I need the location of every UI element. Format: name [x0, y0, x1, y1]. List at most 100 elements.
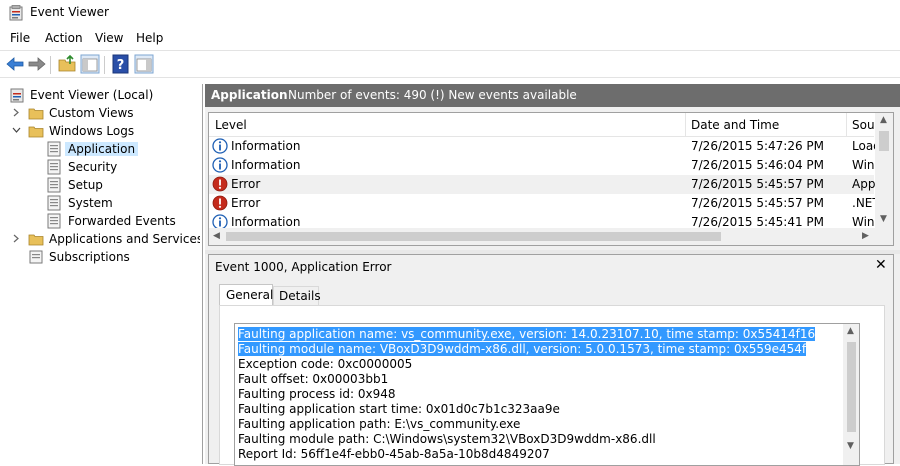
description-line: Faulting application start time: 0x01d0c… [238, 402, 560, 416]
tree-label: Windows Logs [49, 124, 135, 138]
event-level: Information [231, 215, 301, 228]
tree-item-system[interactable]: System [0, 194, 200, 212]
description-line: Exception code: 0xc0000005 [238, 357, 413, 371]
log-icon [47, 141, 61, 157]
tree-item-applications-and-services[interactable]: Applications and Services Lo [0, 230, 200, 248]
log-icon [47, 213, 61, 229]
folder-icon [28, 108, 44, 120]
menu-file[interactable]: File [10, 31, 30, 45]
help-icon[interactable]: ? [111, 54, 131, 74]
folder-icon [28, 126, 44, 138]
tree-item-custom-views[interactable]: Custom Views [0, 104, 200, 122]
information-icon [212, 138, 228, 154]
title-bar: Event Viewer [0, 0, 900, 26]
scroll-thumb[interactable] [847, 342, 856, 432]
menu-view[interactable]: View [95, 31, 123, 45]
scroll-down-icon[interactable]: ▼ [847, 441, 854, 451]
tree-label: Applications and Services Lo [49, 232, 200, 246]
event-level: Error [231, 177, 261, 191]
scroll-down-icon[interactable]: ▼ [880, 214, 887, 224]
description-line: Faulting application path: E:\vs_communi… [238, 417, 521, 431]
tree-item-root[interactable]: Event Viewer (Local) [0, 86, 200, 104]
description-line: Report Id: 56ff1e4f-ebb0-45ab-8a5a-10b8d… [238, 447, 550, 461]
up-folder-icon[interactable] [57, 54, 77, 74]
description-line: Faulting application name: vs_community.… [238, 327, 816, 341]
log-header: Application Number of events: 490 (!) Ne… [205, 84, 900, 107]
navigation-tree: Event Viewer (Local) Custom Views Window… [0, 84, 203, 464]
description-scrollbar[interactable]: ▲ ▼ [843, 324, 859, 465]
column-headers: Level Date and Time Sour [209, 113, 880, 137]
error-icon [212, 195, 228, 211]
scroll-thumb[interactable] [879, 131, 889, 151]
event-datetime: 7/26/2015 5:47:26 PM [691, 139, 825, 153]
log-icon [47, 159, 61, 175]
description-line: Faulting module path: C:\Windows\system3… [238, 432, 656, 446]
tree-item-setup[interactable]: Setup [0, 176, 200, 194]
show-action-pane-icon[interactable] [134, 54, 154, 74]
event-list-horizontal-scrollbar[interactable]: ◀ ▶ [209, 228, 875, 245]
chevron-down-icon[interactable] [12, 126, 21, 135]
description-line: Fault offset: 0x00003bb1 [238, 372, 389, 386]
general-tab-content: Faulting application name: vs_community.… [219, 305, 885, 466]
subscriptions-icon [29, 250, 43, 264]
tab-label: Details [279, 289, 321, 303]
event-viewer-icon [9, 5, 23, 21]
event-detail-title: Event 1000, Application Error [215, 260, 392, 274]
menu-action[interactable]: Action [45, 31, 83, 45]
log-icon [47, 177, 61, 193]
chevron-right-icon[interactable] [12, 234, 21, 243]
menu-help[interactable]: Help [136, 31, 163, 45]
tree-item-application[interactable]: Application [0, 140, 200, 158]
description-line: Faulting process id: 0x948 [238, 387, 396, 401]
log-title: Application [211, 88, 288, 102]
tree-label: Custom Views [49, 106, 134, 120]
column-date-time[interactable]: Date and Time [691, 118, 779, 132]
tab-general[interactable]: General [219, 284, 273, 307]
tree-label: Setup [68, 178, 103, 192]
column-level[interactable]: Level [215, 118, 247, 132]
tree-label: Event Viewer (Local) [30, 88, 154, 102]
scroll-up-icon[interactable]: ▲ [880, 115, 887, 125]
table-row[interactable]: Error 7/26/2015 5:45:57 PM .NET [209, 194, 880, 213]
chevron-right-icon[interactable] [12, 108, 21, 117]
event-level: Information [231, 139, 301, 153]
scroll-up-icon[interactable]: ▲ [847, 326, 854, 336]
tab-label: General [226, 288, 274, 302]
scroll-thumb[interactable] [226, 232, 721, 241]
log-icon [47, 195, 61, 211]
event-description-text[interactable]: Faulting application name: vs_community.… [234, 323, 860, 466]
error-icon [212, 176, 228, 192]
description-line: Faulting module name: VBoxD3D9wddm-x86.d… [238, 342, 807, 356]
tree-label: Security [68, 160, 118, 174]
event-level: Information [231, 158, 301, 172]
table-row[interactable]: Information 7/26/2015 5:46:04 PM Winc [209, 156, 881, 175]
back-arrow-icon[interactable] [5, 54, 25, 74]
table-row[interactable]: Error 7/26/2015 5:45:57 PM Appl [209, 175, 879, 194]
tree-label: System [68, 196, 113, 210]
tree-item-security[interactable]: Security [0, 158, 200, 176]
scroll-right-icon[interactable]: ▶ [862, 231, 869, 241]
tree-label: Subscriptions [49, 250, 130, 264]
event-list-vertical-scrollbar[interactable]: ▲ ▼ [875, 113, 893, 228]
close-icon[interactable]: ✕ [875, 257, 887, 273]
table-row[interactable]: Information 7/26/2015 5:45:41 PM Winc [209, 213, 874, 228]
tab-details[interactable]: Details [273, 286, 321, 306]
event-detail-pane: Event 1000, Application Error ✕ General … [208, 254, 894, 466]
forward-arrow-icon[interactable] [27, 54, 47, 74]
information-icon [212, 157, 228, 173]
show-hide-tree-icon[interactable] [80, 54, 100, 74]
tree-item-forwarded-events[interactable]: Forwarded Events [0, 212, 200, 230]
event-source: Winc [852, 215, 874, 228]
table-row[interactable]: Information 7/26/2015 5:47:26 PM Load [209, 137, 881, 156]
event-datetime: 7/26/2015 5:45:57 PM [691, 196, 825, 210]
svg-text:?: ? [117, 58, 125, 73]
event-list: Level Date and Time Sour Information 7/2… [208, 112, 894, 246]
event-datetime: 7/26/2015 5:45:41 PM [691, 215, 825, 228]
scroll-left-icon[interactable]: ◀ [213, 231, 220, 241]
event-datetime: 7/26/2015 5:46:04 PM [691, 158, 825, 172]
tree-item-windows-logs[interactable]: Windows Logs [0, 122, 200, 140]
information-icon [212, 214, 228, 228]
window-title: Event Viewer [30, 5, 109, 19]
tree-item-subscriptions[interactable]: Subscriptions [0, 248, 200, 266]
event-viewer-icon [10, 88, 24, 103]
